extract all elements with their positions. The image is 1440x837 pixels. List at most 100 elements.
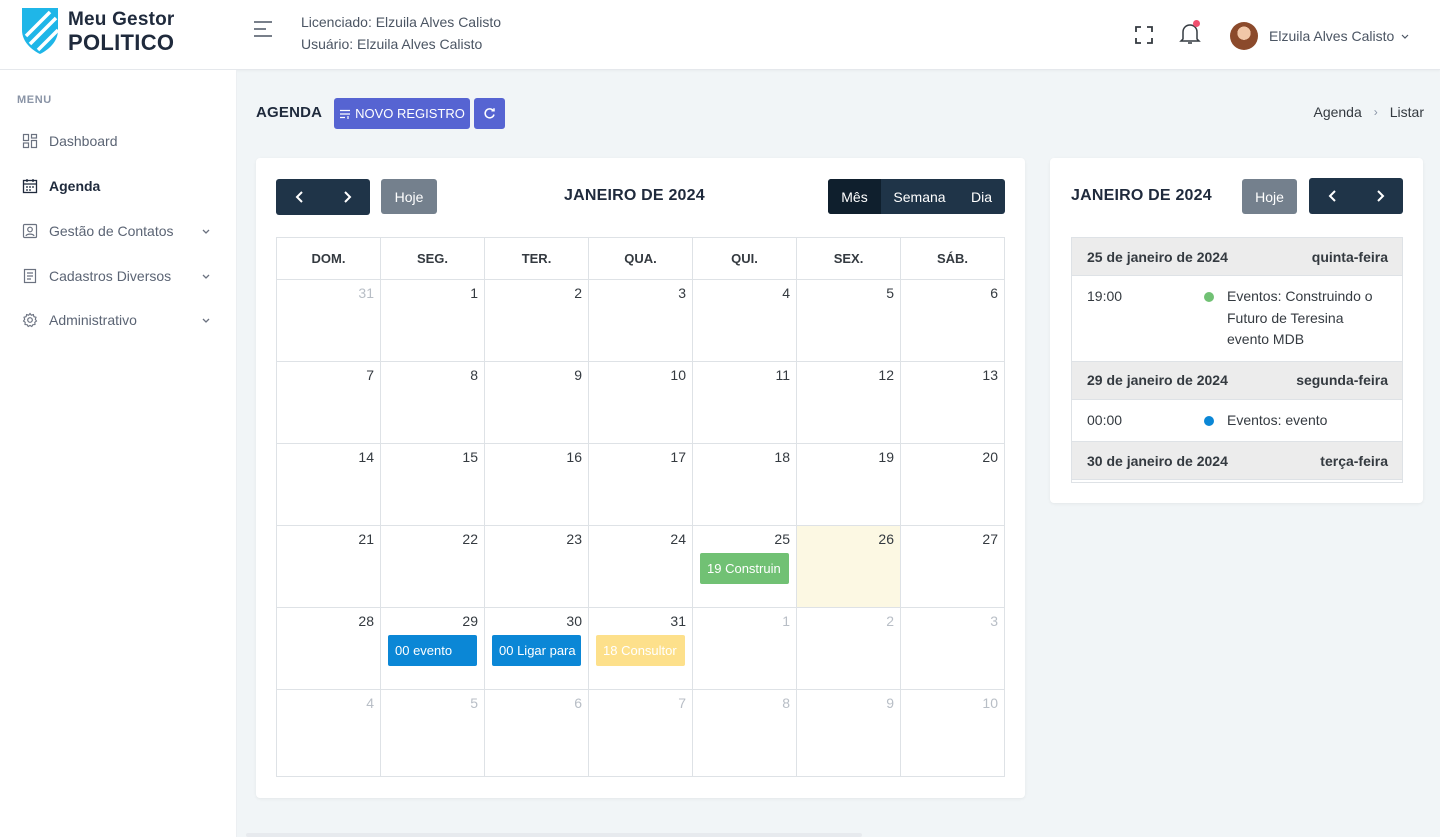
calendar-event[interactable]: 00 Ligar para bbox=[492, 635, 581, 666]
day-cell[interactable]: 10 bbox=[588, 361, 693, 444]
day-number[interactable]: 22 bbox=[462, 531, 478, 547]
day-number[interactable]: 9 bbox=[574, 367, 582, 383]
day-number[interactable]: 30 bbox=[566, 613, 582, 629]
day-cell[interactable]: 9 bbox=[484, 361, 589, 444]
day-cell[interactable]: 11 bbox=[692, 361, 797, 444]
list-event-title[interactable]: Eventos: Construindo o Futuro de Teresin… bbox=[1227, 286, 1388, 351]
today-button[interactable]: Hoje bbox=[381, 179, 437, 214]
day-number[interactable]: 7 bbox=[678, 695, 686, 711]
day-number[interactable]: 8 bbox=[470, 367, 478, 383]
notifications-button[interactable] bbox=[1178, 20, 1202, 48]
day-number[interactable]: 15 bbox=[462, 449, 478, 465]
day-cell[interactable]: 24 bbox=[588, 525, 693, 608]
prev-month-button[interactable] bbox=[276, 179, 323, 215]
calendar-event[interactable]: 18 Consultor bbox=[596, 635, 685, 666]
day-cell[interactable]: 18 bbox=[692, 443, 797, 526]
day-cell[interactable]: 13 bbox=[900, 361, 1005, 444]
day-number[interactable]: 21 bbox=[358, 531, 374, 547]
day-number[interactable]: 6 bbox=[574, 695, 582, 711]
day-cell[interactable]: 20 bbox=[900, 443, 1005, 526]
list-event-title[interactable]: Eventos: evento bbox=[1227, 410, 1388, 432]
view-month-button[interactable]: Mês bbox=[828, 179, 881, 214]
day-number[interactable]: 24 bbox=[670, 531, 686, 547]
list-day-date[interactable]: 30 de janeiro de 2024 bbox=[1087, 453, 1228, 469]
day-cell[interactable]: 22 bbox=[380, 525, 485, 608]
day-cell[interactable]: 8 bbox=[380, 361, 485, 444]
horizontal-scrollbar[interactable] bbox=[246, 833, 862, 837]
day-number[interactable]: 3 bbox=[990, 613, 998, 629]
day-cell[interactable]: 8 bbox=[692, 689, 797, 777]
breadcrumb-item-agenda[interactable]: Agenda bbox=[1313, 104, 1361, 120]
day-cell[interactable]: 27 bbox=[900, 525, 1005, 608]
calendar-event[interactable]: 00 evento bbox=[388, 635, 477, 666]
list-day-date[interactable]: 29 de janeiro de 2024 bbox=[1087, 372, 1228, 388]
day-number[interactable]: 25 bbox=[774, 531, 790, 547]
list-day-weekday[interactable]: terça-feira bbox=[1320, 453, 1388, 469]
day-number[interactable]: 8 bbox=[782, 695, 790, 711]
day-cell[interactable]: 3 bbox=[588, 279, 693, 362]
day-cell[interactable]: 19 bbox=[796, 443, 901, 526]
fullscreen-button[interactable] bbox=[1133, 24, 1155, 46]
day-cell[interactable]: 3 bbox=[900, 607, 1005, 690]
day-number[interactable]: 11 bbox=[775, 367, 790, 383]
sidebar-item-administrativo[interactable]: Administrativo bbox=[0, 300, 237, 340]
new-record-button[interactable]: NOVO REGISTRO bbox=[334, 98, 470, 129]
list-today-button[interactable]: Hoje bbox=[1242, 179, 1297, 214]
day-cell[interactable]: 7 bbox=[276, 361, 381, 444]
day-number[interactable]: 4 bbox=[782, 285, 790, 301]
list-day-date[interactable]: 25 de janeiro de 2024 bbox=[1087, 249, 1228, 265]
day-cell[interactable]: 2 bbox=[796, 607, 901, 690]
day-number[interactable]: 16 bbox=[566, 449, 582, 465]
day-cell[interactable]: 6 bbox=[484, 689, 589, 777]
day-cell[interactable]: 28 bbox=[276, 607, 381, 690]
day-cell[interactable]: 12 bbox=[796, 361, 901, 444]
day-cell[interactable]: 26 bbox=[796, 525, 901, 608]
calendar-event[interactable]: 19 Construin bbox=[700, 553, 789, 584]
day-number[interactable]: 2 bbox=[886, 613, 894, 629]
day-number[interactable]: 7 bbox=[366, 367, 374, 383]
list-day-weekday[interactable]: quinta-feira bbox=[1312, 249, 1388, 265]
day-number[interactable]: 5 bbox=[470, 695, 478, 711]
day-cell[interactable]: 1 bbox=[692, 607, 797, 690]
next-month-button[interactable] bbox=[323, 179, 370, 215]
day-cell[interactable]: 29 00 evento bbox=[380, 607, 485, 690]
day-number[interactable]: 20 bbox=[982, 449, 998, 465]
sidebar-item-gestao-contatos[interactable]: Gestão de Contatos bbox=[0, 211, 237, 251]
refresh-button[interactable] bbox=[474, 98, 505, 129]
list-event-row[interactable]: 00:00 Eventos: evento bbox=[1072, 400, 1402, 442]
day-cell[interactable]: 1 bbox=[380, 279, 485, 362]
day-cell[interactable]: 9 bbox=[796, 689, 901, 777]
day-number[interactable]: 23 bbox=[566, 531, 582, 547]
day-cell[interactable]: 4 bbox=[692, 279, 797, 362]
day-number[interactable]: 28 bbox=[358, 613, 374, 629]
day-number[interactable]: 4 bbox=[366, 695, 374, 711]
day-number[interactable]: 9 bbox=[886, 695, 894, 711]
day-number[interactable]: 26 bbox=[878, 531, 894, 547]
day-cell[interactable]: 15 bbox=[380, 443, 485, 526]
day-cell[interactable]: 4 bbox=[276, 689, 381, 777]
day-cell[interactable]: 23 bbox=[484, 525, 589, 608]
day-number[interactable]: 19 bbox=[878, 449, 894, 465]
day-cell[interactable]: 7 bbox=[588, 689, 693, 777]
view-week-button[interactable]: Semana bbox=[881, 179, 958, 214]
day-cell[interactable]: 5 bbox=[380, 689, 485, 777]
user-menu[interactable]: Elzuila Alves Calisto bbox=[1230, 20, 1410, 52]
menu-toggle-button[interactable] bbox=[252, 19, 278, 41]
day-cell[interactable]: 14 bbox=[276, 443, 381, 526]
sidebar-item-agenda[interactable]: Agenda bbox=[0, 166, 237, 206]
day-cell[interactable]: 16 bbox=[484, 443, 589, 526]
list-prev-button[interactable] bbox=[1309, 178, 1356, 214]
day-number[interactable]: 29 bbox=[462, 613, 478, 629]
day-cell[interactable]: 21 bbox=[276, 525, 381, 608]
day-number[interactable]: 12 bbox=[878, 367, 894, 383]
day-number[interactable]: 6 bbox=[990, 285, 998, 301]
day-number[interactable]: 3 bbox=[678, 285, 686, 301]
day-number[interactable]: 2 bbox=[574, 285, 582, 301]
list-day-weekday[interactable]: segunda-feira bbox=[1296, 372, 1388, 388]
day-cell[interactable]: 17 bbox=[588, 443, 693, 526]
day-number[interactable]: 17 bbox=[670, 449, 686, 465]
day-number[interactable]: 10 bbox=[982, 695, 998, 711]
list-next-button[interactable] bbox=[1356, 178, 1403, 214]
day-number[interactable]: 31 bbox=[670, 613, 686, 629]
day-cell[interactable]: 30 00 Ligar para bbox=[484, 607, 589, 690]
